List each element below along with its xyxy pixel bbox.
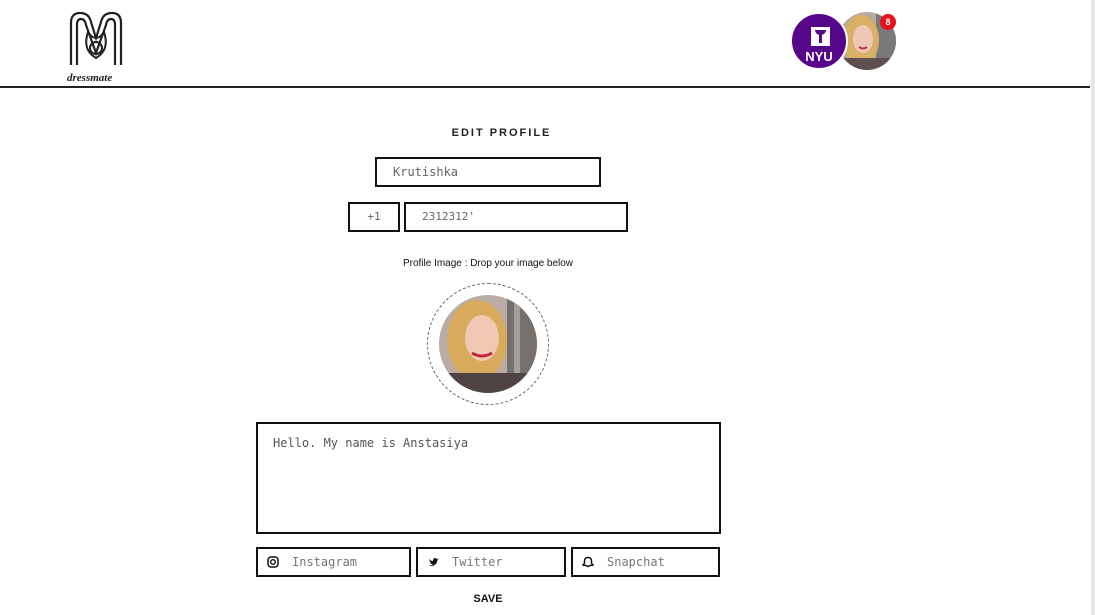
instagram-icon [267, 556, 279, 568]
phone-input[interactable]: 2312312' [404, 202, 628, 232]
logo-text: dressmate [67, 72, 113, 84]
bio-textarea[interactable]: Hello. My name is Anstasiya [256, 422, 721, 534]
twitter-input[interactable]: Twitter [416, 547, 566, 577]
notification-badge[interactable]: 8 [880, 14, 896, 30]
twitter-placeholder: Twitter [452, 555, 503, 569]
save-button[interactable]: SAVE [458, 593, 518, 611]
nyu-torch-icon [811, 27, 830, 46]
dressmate-logo[interactable]: dressmate [64, 8, 134, 84]
snapchat-input[interactable]: Snapchat [571, 547, 720, 577]
profile-image[interactable] [439, 295, 537, 393]
profile-image-label: Profile Image : Drop your image below [402, 258, 574, 269]
instagram-input[interactable]: Instagram [256, 547, 411, 577]
country-code-input[interactable]: +1 [348, 202, 400, 232]
nyu-label: NYU [805, 49, 833, 64]
top-header: dressmate NYU 8 [0, 0, 1090, 88]
dressmate-logo-icon [69, 11, 123, 65]
account-area[interactable]: NYU 8 [788, 10, 898, 76]
instagram-placeholder: Instagram [292, 555, 358, 569]
name-input[interactable]: Krutishka [375, 157, 601, 187]
page-scrollbar[interactable] [1091, 0, 1095, 615]
nyu-avatar[interactable]: NYU [790, 12, 848, 70]
page-title: EDIT PROFILE [451, 127, 552, 139]
twitter-icon [427, 556, 439, 568]
snapchat-icon [581, 556, 595, 568]
profile-photo [439, 295, 537, 393]
snapchat-placeholder: Snapchat [607, 555, 665, 569]
